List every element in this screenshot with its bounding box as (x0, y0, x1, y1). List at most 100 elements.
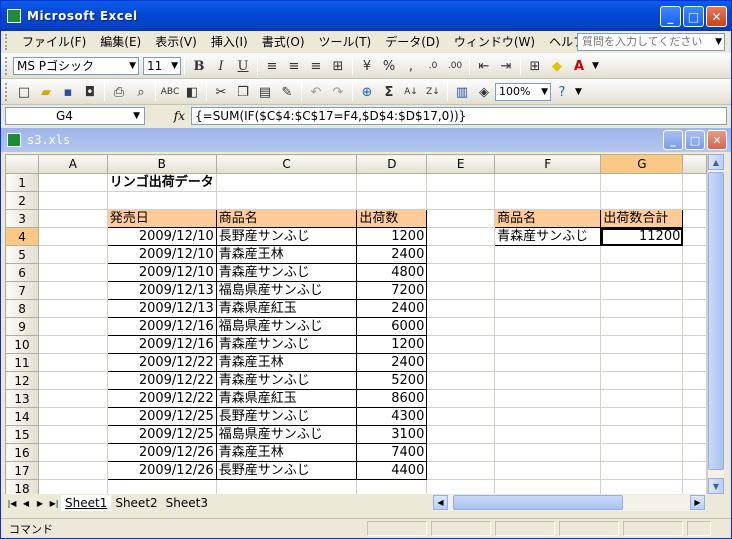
qty-cell[interactable]: 3100 (356, 425, 428, 444)
cell[interactable] (682, 425, 707, 444)
cell[interactable] (494, 461, 602, 480)
row-header[interactable]: 6 (5, 263, 40, 282)
product-cell[interactable]: 青森県産紅玉 (215, 299, 358, 318)
product-cell[interactable]: 福島県産サンふじ (215, 425, 358, 444)
cell[interactable] (38, 209, 108, 228)
column-header-g[interactable]: G (600, 154, 684, 174)
cell[interactable] (426, 317, 496, 336)
cell[interactable] (38, 173, 108, 192)
font-name-select[interactable]: MS Pゴシック ▼ (13, 57, 139, 75)
prev-sheet-icon[interactable]: ◀ (19, 495, 33, 511)
menu-tools[interactable]: ツール(T) (312, 32, 379, 52)
chevron-down-icon[interactable]: ▼ (129, 58, 136, 74)
print-icon[interactable]: ⎙ (108, 81, 130, 103)
product-cell[interactable]: 青森産サンふじ (215, 371, 358, 390)
cell[interactable] (682, 479, 707, 494)
align-center-icon[interactable]: ≡ (283, 55, 305, 77)
cell[interactable] (426, 245, 496, 264)
toolbar-options-icon[interactable]: ▼ (592, 61, 599, 71)
cell[interactable] (682, 209, 707, 228)
sheet-title-cell[interactable]: リンゴ出荷データ (106, 173, 217, 192)
column-header-f[interactable]: F (494, 154, 602, 174)
menu-view[interactable]: 表示(V) (148, 32, 204, 52)
cell[interactable] (38, 389, 108, 408)
redo-icon[interactable]: ↷ (327, 81, 349, 103)
cell[interactable] (494, 263, 602, 282)
new-file-icon[interactable]: □ (13, 81, 35, 103)
help-question-input[interactable]: 質問を入力してください ▼ (577, 33, 725, 51)
borders-icon[interactable]: ⊞ (524, 55, 546, 77)
cell[interactable] (356, 173, 428, 192)
cell[interactable] (426, 407, 496, 426)
format-painter-icon[interactable]: ✎ (276, 81, 298, 103)
print-preview-icon[interactable]: ⌕ (130, 81, 152, 103)
date-cell[interactable]: 2009/12/26 (106, 461, 217, 480)
row-header[interactable]: 18 (5, 479, 40, 494)
row-header[interactable]: 12 (5, 371, 40, 390)
cell[interactable] (356, 191, 428, 210)
product-cell[interactable]: 青森県産紅玉 (215, 389, 358, 408)
row-header[interactable]: 16 (5, 443, 40, 462)
cell[interactable] (215, 479, 358, 494)
cell[interactable] (600, 263, 684, 282)
chevron-down-icon[interactable]: ▼ (133, 108, 140, 124)
cell[interactable] (600, 353, 684, 372)
row-header[interactable]: 11 (5, 353, 40, 372)
cell[interactable] (682, 263, 707, 282)
cell[interactable] (494, 407, 602, 426)
cell[interactable] (106, 479, 217, 494)
workbook-restore-button[interactable]: □ (685, 130, 705, 150)
cell[interactable] (600, 425, 684, 444)
research-icon[interactable]: ◧ (181, 81, 203, 103)
row-header[interactable]: 5 (5, 245, 40, 264)
chart-wizard-icon[interactable]: ▥ (451, 81, 473, 103)
cell[interactable] (38, 461, 108, 480)
sheet-tab-3[interactable]: Sheet3 (162, 495, 212, 511)
date-cell[interactable]: 2009/12/10 (106, 245, 217, 264)
chevron-down-icon[interactable]: ▼ (541, 84, 548, 100)
column-header-d[interactable]: D (356, 154, 428, 174)
undo-icon[interactable]: ↶ (305, 81, 327, 103)
cell[interactable] (600, 389, 684, 408)
currency-icon[interactable]: ¥ (356, 55, 378, 77)
cell[interactable] (494, 317, 602, 336)
date-cell[interactable]: 2009/12/10 (106, 227, 217, 246)
restore-button[interactable]: □ (683, 6, 704, 27)
cell[interactable] (682, 245, 707, 264)
product-cell[interactable]: 青森産王林 (215, 245, 358, 264)
cell[interactable] (682, 371, 707, 390)
cell[interactable] (600, 407, 684, 426)
summary-total-cell[interactable]: 11200 (600, 227, 684, 246)
toolbar-grip[interactable] (5, 57, 9, 75)
cell[interactable] (38, 317, 108, 336)
sheet-tab-1[interactable]: Sheet1 (61, 495, 112, 511)
cell[interactable] (215, 173, 358, 192)
cell[interactable] (426, 389, 496, 408)
row-header[interactable]: 7 (5, 281, 40, 300)
sort-ascending-icon[interactable]: A↓ (400, 81, 422, 103)
next-sheet-icon[interactable]: ▶ (33, 495, 47, 511)
cell[interactable] (38, 263, 108, 282)
cell[interactable] (38, 335, 108, 354)
workbook-icon[interactable] (7, 133, 21, 147)
toolbar-options-icon[interactable]: ▼ (575, 87, 582, 97)
row-header[interactable]: 15 (5, 425, 40, 444)
scroll-left-arrow-icon[interactable]: ◀ (433, 495, 448, 510)
percent-icon[interactable]: % (378, 55, 400, 77)
cell[interactable] (426, 371, 496, 390)
chevron-down-icon[interactable]: ▼ (715, 34, 722, 50)
cell[interactable] (38, 281, 108, 300)
font-size-select[interactable]: 11 ▼ (143, 57, 181, 75)
qty-cell[interactable]: 8600 (356, 389, 428, 408)
cell[interactable] (682, 389, 707, 408)
zoom-select[interactable]: 100% ▼ (495, 83, 551, 101)
cell[interactable] (426, 353, 496, 372)
increase-decimal-icon[interactable]: .0 (422, 55, 444, 77)
date-cell[interactable]: 2009/12/13 (106, 281, 217, 300)
decrease-decimal-icon[interactable]: .00 (444, 55, 466, 77)
menu-data[interactable]: データ(D) (378, 32, 447, 52)
font-color-icon[interactable]: A (568, 55, 590, 77)
column-header-a[interactable]: A (38, 154, 108, 174)
cell[interactable] (38, 425, 108, 444)
cell[interactable] (494, 299, 602, 318)
